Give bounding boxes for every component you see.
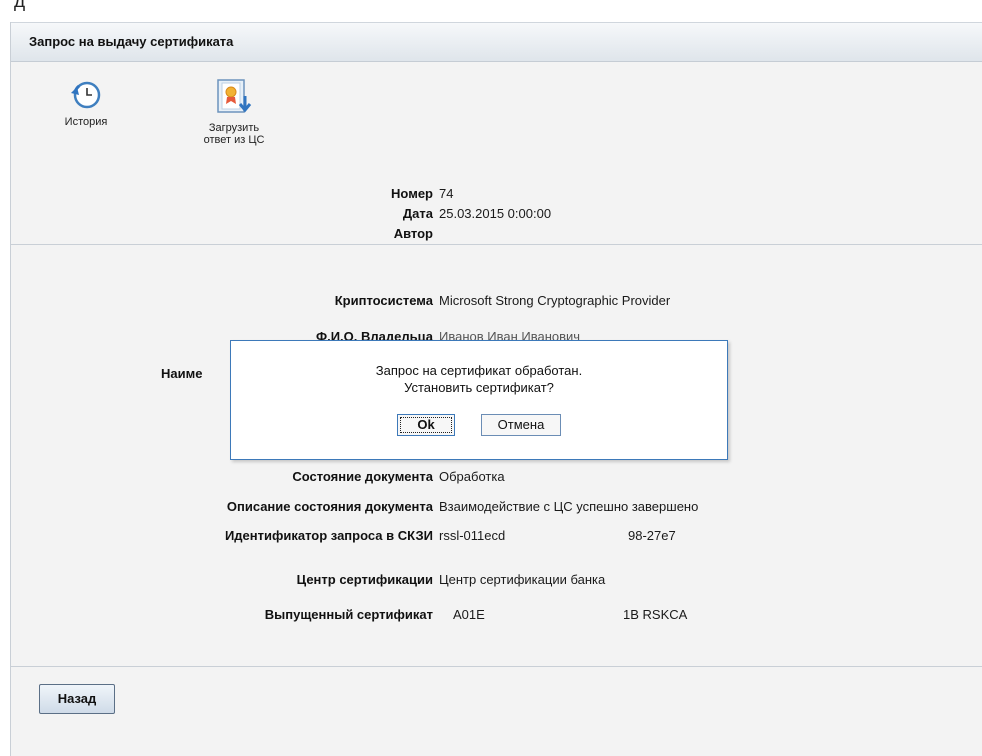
state-desc-value: Взаимодействие с ЦС успешно завершено [439, 499, 699, 514]
request-id-row: Идентификатор запроса в СКЗИ [11, 527, 433, 545]
dialog-message-line1: Запрос на сертификат обработан. [375, 363, 583, 378]
upload-response-button[interactable]: Загрузить ответ из ЦС [189, 78, 279, 146]
issued-label: Выпущенный сертификат [264, 607, 433, 622]
history-label: История [64, 116, 108, 128]
cropped-header-text: д [0, 0, 982, 22]
ca-value: Центр сертификации банка [439, 572, 606, 587]
number-value-row: 74 [439, 185, 839, 203]
ca-label: Центр сертификации [296, 572, 433, 587]
name-label: Наиме [161, 366, 203, 381]
crypto-value: Microsoft Strong Cryptographic Provider [439, 293, 671, 308]
number-row: Номер [11, 185, 433, 203]
author-value-row [439, 225, 839, 243]
issued-value-part2: 1B RSKCA [623, 607, 688, 622]
author-label: Автор [393, 226, 433, 241]
state-desc-row: Описание состояния документа [11, 498, 433, 516]
state-desc-label: Описание состояния документа [226, 499, 433, 514]
panel-title: Запрос на выдачу сертификата [29, 34, 234, 49]
state-value: Обработка [439, 469, 505, 484]
request-id-value-part1: rssl-011ecd [439, 528, 506, 543]
upload-certificate-icon [217, 79, 252, 113]
state-label: Состояние документа [292, 469, 433, 484]
date-row: Дата [11, 205, 433, 223]
dialog-message-line2: Установить сертификат? [404, 380, 554, 395]
request-id-value-row: rssl-011ecd 98-27e7 [439, 527, 979, 545]
upload-label-line2: ответ из ЦС [203, 134, 265, 146]
crypto-value-row: Microsoft Strong Cryptographic Provider [439, 292, 939, 310]
request-id-value-part2: 98-27e7 [628, 528, 676, 543]
divider-bottom [11, 666, 982, 667]
issued-value-part1: A01E [453, 607, 485, 622]
dialog-cancel-button[interactable]: Отмена [481, 414, 561, 436]
number-label: Номер [391, 186, 433, 201]
upload-label-line1: Загрузить [208, 122, 260, 134]
state-row: Состояние документа [11, 468, 433, 486]
date-value: 25.03.2015 0:00:00 [439, 206, 552, 221]
state-desc-value-row: Взаимодействие с ЦС успешно завершено [439, 498, 979, 516]
cropped-text: д [14, 0, 26, 12]
issued-row: Выпущенный сертификат [11, 606, 433, 624]
panel-title-bar: Запрос на выдачу сертификата [11, 22, 982, 62]
dialog-ok-button[interactable]: Ok [397, 414, 455, 436]
number-value: 74 [439, 186, 454, 201]
ca-row: Центр сертификации [11, 571, 433, 589]
divider-top [11, 244, 982, 245]
crypto-label: Криптосистема [334, 293, 433, 308]
crypto-row: Криптосистема [11, 292, 433, 310]
issued-value-row: A01E 1B RSKCA [439, 606, 979, 624]
request-id-label: Идентификатор запроса в СКЗИ [224, 528, 433, 543]
author-row: Автор [11, 225, 433, 243]
ca-value-row: Центр сертификации банка [439, 571, 979, 589]
state-value-row: Обработка [439, 468, 939, 486]
date-label: Дата [402, 206, 433, 221]
date-value-row: 25.03.2015 0:00:00 [439, 205, 839, 223]
history-clock-icon [71, 81, 101, 109]
name-row: Наиме [161, 365, 241, 383]
confirm-dialog: Запрос на сертификат обработан. Установи… [230, 340, 728, 460]
history-button[interactable]: История [51, 78, 121, 128]
back-button[interactable]: Назад [39, 684, 115, 714]
